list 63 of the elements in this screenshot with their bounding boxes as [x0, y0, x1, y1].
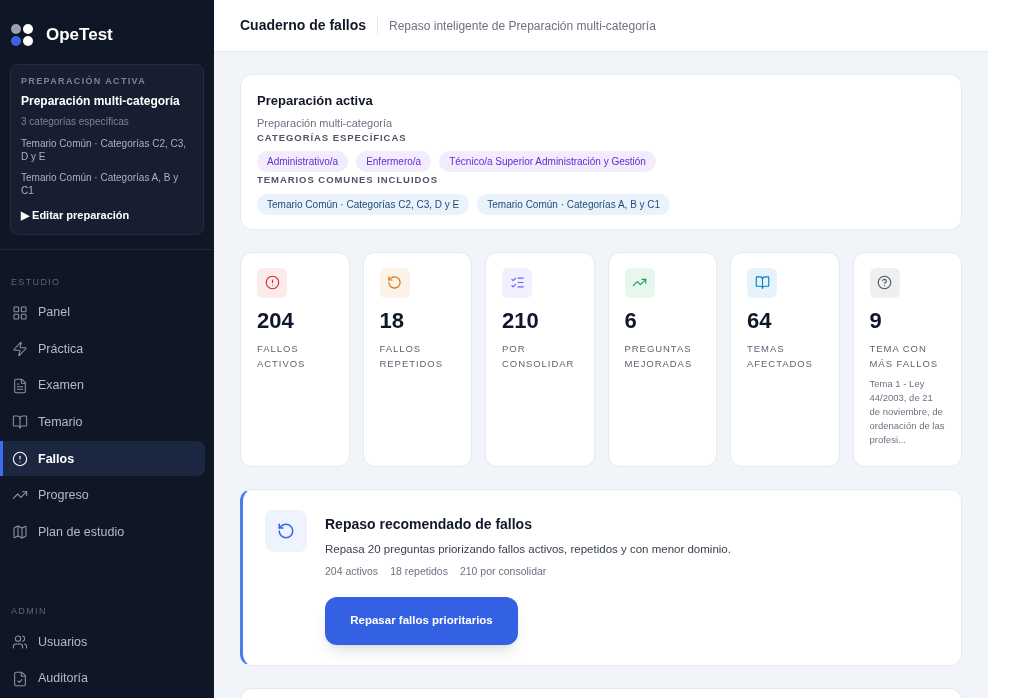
meta-text: 210 por consolidar: [459, 563, 547, 579]
edit-preparation-button[interactable]: ▶ Editar preparación: [21, 207, 193, 224]
nav-item[interactable]: Práctica: [0, 331, 205, 367]
meta-text: 18 repetidos: [390, 563, 448, 579]
users-icon: [12, 634, 28, 651]
help-icon: [877, 275, 892, 290]
book-icon: [754, 275, 770, 290]
recommendation-description: Repasa 20 preguntas priorizando fallos activos, repetidos y con menor dominio.: [325, 541, 731, 557]
brand-name: OpeTest: [46, 24, 113, 46]
card-title: Preparación activa: [257, 92, 374, 110]
card-subtitle: Preparación multi-categoría: [257, 115, 394, 131]
nav-item[interactable]: Auditoría: [0, 661, 205, 697]
category-tag: Técnico/a Superior Administración y Gestión: [439, 151, 656, 173]
checklist-icon: [509, 275, 525, 290]
stat-label: POR CONSOLIDAR: [502, 341, 576, 371]
document-check-icon: [12, 670, 28, 687]
meta-text: 204 activos: [325, 563, 379, 579]
category-tag: Enfermero/a: [356, 151, 432, 173]
section-label: ADMIN: [10, 605, 48, 619]
nav-item[interactable]: Fallos: [0, 441, 205, 477]
rotate-icon: [277, 521, 295, 540]
alert-icon: [264, 275, 280, 290]
stat-label: PREGUNTAS MEJORADAS: [624, 341, 694, 371]
nav-item[interactable]: Plan de estudio: [0, 514, 205, 550]
page-title: Cuaderno de fallos: [240, 16, 367, 35]
stat-value: 210: [502, 306, 540, 335]
section-label: ESTUDIO: [10, 275, 62, 289]
grid-icon: [12, 304, 28, 321]
temario-tag: Temario Común · Categorías A, B y C1: [477, 193, 671, 215]
nav-item[interactable]: Examen: [0, 368, 205, 404]
stat-value: 6: [624, 306, 638, 335]
stat-value: 18: [379, 306, 405, 335]
preparation-title: Preparación multi-categoría: [21, 93, 181, 110]
section-label: PREPARACIÓN ACTIVA: [21, 74, 148, 88]
section-label: CATEGORÍAS ESPECÍFICAS: [257, 131, 408, 145]
preparation-subtitle: 3 categorías específicas: [21, 115, 130, 129]
stat-value: 64: [747, 306, 773, 335]
stat-value: 9: [869, 306, 883, 335]
recommendation-title: Repaso recomendado de fallos: [325, 514, 533, 534]
stat-label: TEMA CON MÁS FALLOS: [869, 341, 940, 371]
map-icon: [12, 524, 28, 541]
review-button[interactable]: Repasar fallos prioritarios: [325, 596, 518, 645]
page-subtitle: Repaso inteligente de Preparación multi-categoría: [389, 17, 656, 35]
stat-detail: Tema 1 - Ley 44/2003, de 21 de noviembre, de ordenación de las profesi...: [869, 376, 945, 447]
nav-item[interactable]: Progreso: [0, 477, 205, 513]
book-icon: [12, 414, 28, 431]
logo-icon: [10, 22, 34, 47]
stat-label: TEMAS AFECTADOS: [747, 341, 814, 371]
nav-item[interactable]: Usuarios: [0, 624, 205, 660]
temario-text: Temario Común · Categorías C2, C3, D y E: [21, 137, 188, 163]
stat-label: FALLOS ACTIVOS: [257, 341, 307, 371]
temario-tag: Temario Común · Categorías C2, C3, D y E: [257, 193, 470, 215]
rotate-icon: [387, 275, 402, 290]
nav-item[interactable]: Temario: [0, 404, 205, 440]
section-label: TEMARIOS COMUNES INCLUIDOS: [257, 173, 439, 188]
nav-item[interactable]: Panel: [0, 295, 205, 330]
category-tag: Administrativo/a: [257, 151, 349, 173]
lightning-icon: [12, 341, 28, 358]
stat-label: FALLOS REPETIDOS: [379, 341, 444, 371]
temario-text: Temario Común · Categorías A, B y C1: [21, 171, 180, 197]
stat-value: 204: [257, 306, 295, 335]
alert-icon: [12, 450, 28, 467]
document-icon: [12, 377, 28, 394]
